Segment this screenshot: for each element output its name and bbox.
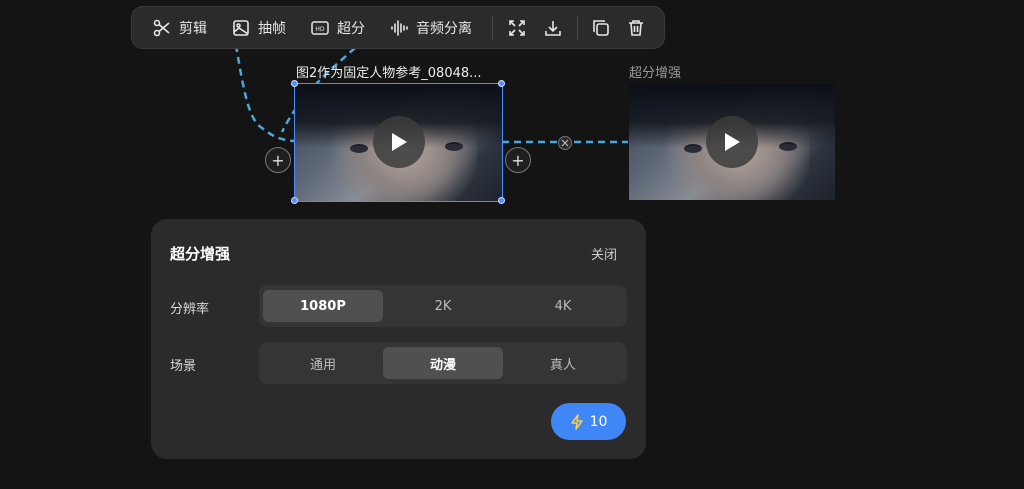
plus-icon: + <box>271 150 285 170</box>
play-button[interactable] <box>706 116 758 168</box>
copy-icon <box>593 19 609 36</box>
close-icon <box>561 139 569 147</box>
scene-option-anime[interactable]: 动漫 <box>383 347 503 379</box>
add-output-button[interactable]: + <box>505 147 531 173</box>
scene-option-general[interactable]: 通用 <box>263 347 383 379</box>
lightning-icon <box>570 413 584 430</box>
resize-handle-br[interactable] <box>498 197 505 204</box>
resize-handle-tl[interactable] <box>291 80 298 87</box>
source-node-title: 图2作为固定人物参考_08048... <box>296 66 482 81</box>
play-icon <box>725 133 740 151</box>
resolution-selector: 1080P 2K 4K <box>259 285 627 327</box>
hd-icon: HD <box>311 19 329 37</box>
portrait-eye <box>779 142 797 151</box>
generate-cost: 10 <box>589 413 608 430</box>
expand-icon <box>509 19 525 36</box>
portrait-eye <box>445 142 463 151</box>
delete-button[interactable] <box>625 17 647 39</box>
portrait-eye <box>684 144 702 153</box>
cut-button[interactable]: 剪辑 <box>153 6 207 49</box>
play-icon <box>392 133 407 151</box>
node-toolbar: 剪辑 抽帧 HD 超分 音频分离 <box>131 6 665 49</box>
resolution-option-1080p[interactable]: 1080P <box>263 290 383 322</box>
resolution-option-4k[interactable]: 4K <box>503 290 623 322</box>
add-input-button[interactable]: + <box>265 147 291 173</box>
result-video-thumbnail[interactable] <box>629 84 835 200</box>
resize-handle-tr[interactable] <box>498 80 505 87</box>
trash-icon <box>629 19 643 36</box>
toolbar-divider <box>577 15 578 40</box>
play-button[interactable] <box>373 116 425 168</box>
portrait-eye <box>350 144 368 153</box>
duplicate-button[interactable] <box>590 17 612 39</box>
waveform-icon <box>390 19 408 37</box>
download-icon <box>545 20 561 36</box>
connector-left <box>234 44 295 143</box>
svg-text:HD: HD <box>315 26 325 33</box>
toolbar-divider <box>492 15 493 40</box>
frame-label: 抽帧 <box>258 20 286 37</box>
scene-option-realistic[interactable]: 真人 <box>503 347 623 379</box>
fullscreen-button[interactable] <box>506 17 528 39</box>
extract-frame-button[interactable]: 抽帧 <box>232 6 286 49</box>
resolution-option-2k[interactable]: 2K <box>383 290 503 322</box>
generate-button[interactable]: 10 <box>551 403 626 440</box>
resolution-label: 分辨率 <box>170 302 210 317</box>
scene-selector: 通用 动漫 真人 <box>259 342 627 384</box>
remove-connection-button[interactable] <box>558 136 572 150</box>
plus-icon: + <box>511 150 525 170</box>
scissors-icon <box>153 19 171 37</box>
audio-split-button[interactable]: 音频分离 <box>390 6 472 49</box>
close-panel-button[interactable]: 关闭 <box>591 244 617 263</box>
source-video-thumbnail[interactable] <box>294 83 503 202</box>
upscale-button[interactable]: HD 超分 <box>311 6 365 49</box>
download-button[interactable] <box>542 17 564 39</box>
cut-label: 剪辑 <box>179 20 207 37</box>
result-node-title: 超分增强 <box>629 66 682 81</box>
resize-handle-bl[interactable] <box>291 197 298 204</box>
image-icon <box>232 19 250 37</box>
panel-title: 超分增强 <box>170 245 231 263</box>
upscale-label: 超分 <box>337 20 365 37</box>
scene-label: 场景 <box>170 359 197 374</box>
audio-split-label: 音频分离 <box>416 20 472 37</box>
upscale-settings-panel: 超分增强 关闭 分辨率 1080P 2K 4K 场景 通用 动漫 真人 10 <box>151 219 646 459</box>
